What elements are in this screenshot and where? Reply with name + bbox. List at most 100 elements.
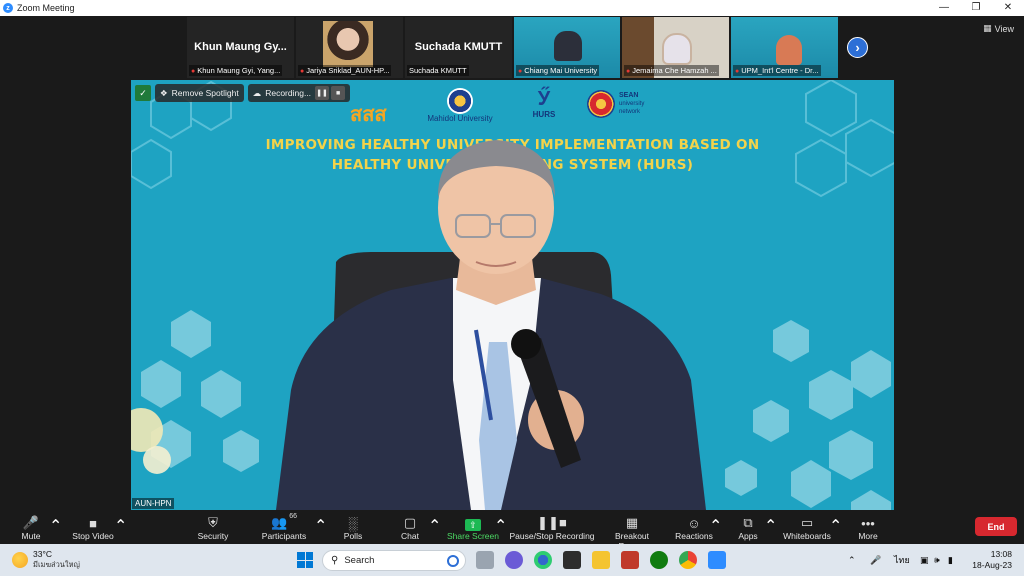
search-icon: ⚲ [331,555,339,566]
smiley-icon: ☺ [687,516,701,531]
apps-button[interactable]: ⧉ Apps [734,513,762,541]
start-tile-icon [305,560,313,568]
next-page-button[interactable]: › [847,37,868,58]
chrome-icon[interactable] [679,551,697,569]
speaker-name-tag: AUN-HPN [132,498,175,509]
participant-thumbnail[interactable]: ● Chiang Mai University [514,17,620,78]
participants-icon: 👥 66 [271,513,297,530]
mic-muted-icon: ● [735,68,740,75]
stop-video-label: Stop Video [72,531,114,541]
more-label: More [858,531,878,541]
pin-icon: ❖ [160,87,168,98]
chat-options-caret[interactable]: ⌃ [428,516,441,536]
windows-start-button[interactable] [297,552,313,568]
system-clock[interactable]: 13:08 18-Aug-23 [972,549,1012,571]
mute-options-caret[interactable]: ⌃ [49,516,62,536]
participant-thumbnail[interactable]: Suchada KMUTT Suchada KMUTT [405,17,512,78]
chevron-right-icon: › [855,40,860,55]
participant-label: ● UPM_Int'l Centre - Dr... [733,65,821,76]
show-hidden-icons-button[interactable]: ⌃ [848,544,856,576]
participant-label: ● Jemaima Che Hamzah ... [624,65,719,76]
microphone-tray-icon[interactable]: 🎤 [870,544,881,576]
whiteboards-options-caret[interactable]: ⌃ [829,516,842,536]
more-button[interactable]: ••• More [854,513,882,541]
mute-button[interactable]: 🎤 Mute [14,513,48,541]
title-bar: z Zoom Meeting — ❐ ✕ [0,0,1024,16]
taskbar-search[interactable]: ⚲ Search [322,550,466,571]
participant-photo [323,21,373,67]
volume-icon[interactable]: 🕪 [934,544,940,576]
input-language[interactable]: ไทย [894,544,910,576]
stop-recording-button[interactable]: ■ [331,86,346,100]
participant-video [662,33,692,65]
participants-options-caret[interactable]: ⌃ [314,516,327,536]
mute-label: Mute [21,531,41,541]
grid-view-icon: ▦ [983,23,992,33]
participant-thumbnail[interactable]: Khun Maung Gy... ● Khun Maung Gyi, Yang..… [187,17,294,78]
whiteboards-button[interactable]: ▭ Whiteboards [782,513,832,541]
weather-widget[interactable]: 33°C มีเมฆส่วนใหญ่ [12,549,80,571]
participant-thumbnail[interactable]: ● Jariya Sriklad_AUN-HP... [296,17,403,78]
remove-spotlight-label: Remove Spotlight [171,88,239,98]
participant-video [554,31,582,61]
remove-spotlight-button[interactable]: ❖ Remove Spotlight [155,84,244,102]
stop-video-button[interactable]: ■ Stop Video [68,513,118,541]
file-explorer-icon[interactable] [592,551,610,569]
share-options-caret[interactable]: ⌃ [494,516,507,536]
participant-thumbnail[interactable]: ● UPM_Int'l Centre - Dr... [731,17,838,78]
mic-muted-icon: ● [300,68,305,75]
share-screen-label: Share Screen [447,531,499,541]
battery-icon[interactable]: ▮ [948,544,953,576]
windows-taskbar: 33°C มีเมฆส่วนใหญ่ ⚲ Search ⌃ 🎤 ไทย ▣ 🕪 … [0,544,1024,576]
recording-label: Recording... [265,88,312,98]
polls-label: Polls [343,531,363,541]
participant-thumbnail[interactable]: ● Jemaima Che Hamzah ... [622,17,729,78]
end-meeting-button[interactable]: End [975,517,1017,536]
window-controls: — ❐ ✕ [928,0,1024,16]
presenter-video [131,140,706,510]
participants-label: Participants [261,531,307,541]
security-label: Security [197,531,229,541]
close-button[interactable]: ✕ [992,0,1024,16]
pause-recording-button[interactable]: ❚❚ [315,86,330,100]
window-title: Zoom Meeting [17,3,75,13]
apps-options-caret[interactable]: ⌃ [764,516,777,536]
reactions-label: Reactions [675,531,713,541]
security-button[interactable]: ⛨ Security [193,513,233,541]
app-icon[interactable] [621,551,639,569]
microsoft-store-icon[interactable] [563,551,581,569]
weather-description: มีเมฆส่วนใหญ่ [33,560,80,569]
apps-label: Apps [738,531,758,541]
view-button[interactable]: ▦ View [983,23,1014,34]
search-placeholder: Search [344,555,375,566]
mic-muted-icon: ● [518,68,523,75]
participant-label: ● Jariya Sriklad_AUN-HP... [298,65,392,76]
polls-button[interactable]: ░ Polls [337,513,369,541]
microphone-icon: 🎤 [22,515,40,530]
participant-video [776,35,802,65]
teams-chat-icon[interactable] [505,551,523,569]
meeting-controls: 🎤 Mute ⌃ ■ Stop Video ⌃ ⛨ Security 👥 66 P… [0,511,1024,551]
maximize-button[interactable]: ❐ [960,0,992,16]
chat-button[interactable]: ▢ Chat [396,513,424,541]
clock-time: 13:08 [990,549,1012,559]
pause-stop-recording-button[interactable]: ❚❚■ Pause/Stop Recording [509,513,595,541]
participant-label: ● Khun Maung Gyi, Yang... [189,65,283,76]
xbox-icon[interactable] [650,551,668,569]
shield-icon: ⛨ [208,515,218,530]
task-view-icon[interactable] [476,551,494,569]
participants-button[interactable]: 👥 66 Participants [259,513,309,541]
reactions-button[interactable]: ☺ Reactions [674,513,714,541]
start-tile-icon [297,552,305,560]
weather-temperature: 33°C [33,549,52,559]
reactions-options-caret[interactable]: ⌃ [709,516,722,536]
bing-icon [447,554,459,567]
zoom-app-icon[interactable] [708,551,726,569]
minimize-button[interactable]: — [928,0,960,16]
video-options-caret[interactable]: ⌃ [114,516,127,536]
partly-cloudy-icon [12,552,28,568]
network-icon[interactable]: ▣ [920,544,929,576]
edge-browser-icon[interactable] [534,551,552,569]
share-screen-button[interactable]: ⇧ Share Screen [446,513,500,541]
participant-big-name: Suchada KMUTT [414,41,503,53]
